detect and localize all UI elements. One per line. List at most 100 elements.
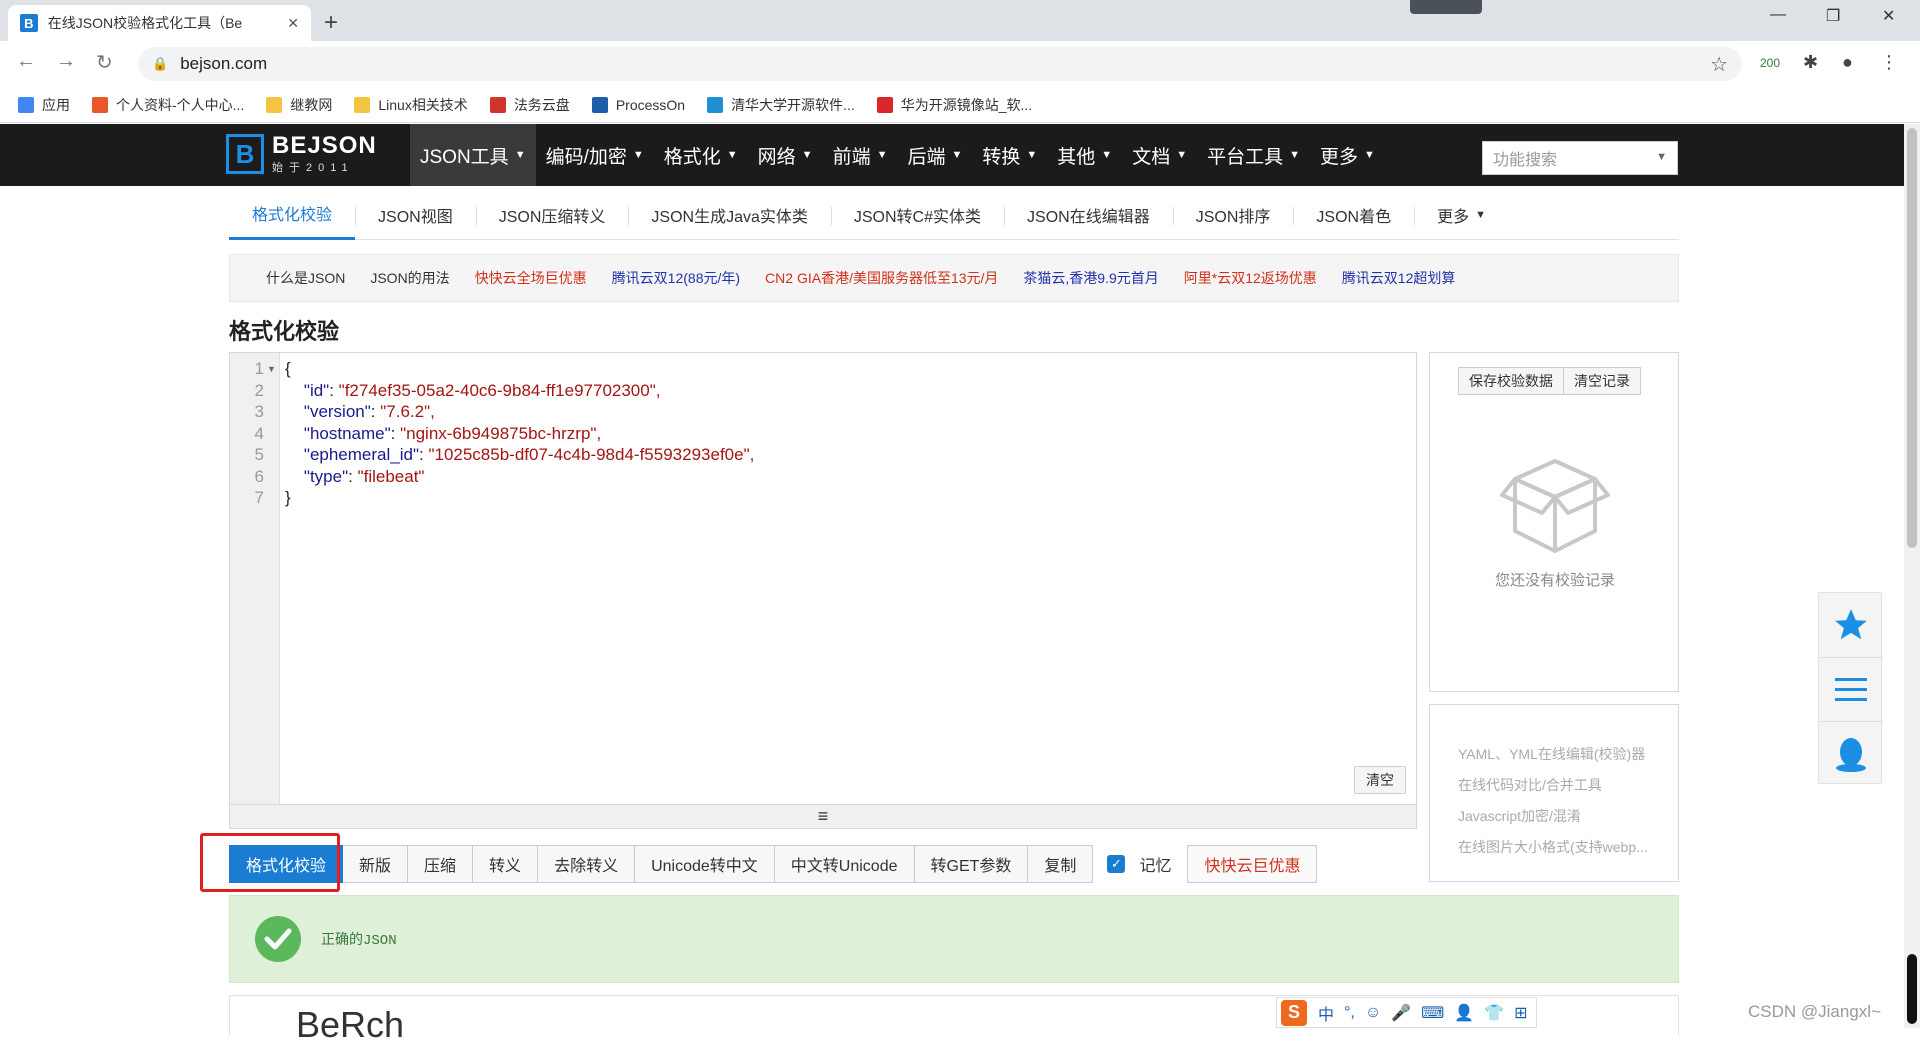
code-line[interactable]: "id": "f274ef35-05a2-40c6-9b84-ff1e97702…	[285, 381, 661, 401]
action-button[interactable]: 中文转Unicode	[774, 845, 915, 883]
qq-contact-button[interactable]	[1819, 721, 1883, 785]
subtab[interactable]: JSON着色	[1293, 190, 1414, 240]
promo-link[interactable]: 阿里*云双12返场优惠	[1184, 268, 1317, 288]
code-line[interactable]: {	[285, 359, 291, 379]
back-icon[interactable]: ←	[16, 50, 36, 73]
reload-icon[interactable]: ↻	[96, 50, 113, 75]
promo-link[interactable]: 茶猫云,香港9.9元首月	[1023, 268, 1158, 288]
promo-link[interactable]: 腾讯云双12超划算	[1342, 268, 1456, 288]
ime-tool-icon[interactable]: 中	[1318, 1001, 1334, 1025]
promo-link[interactable]: CN2 GIA香港/美国服务器低至13元/月	[765, 268, 998, 288]
bookmark-item[interactable]: 华为开源镜像站_软...	[876, 95, 1032, 115]
bejson-logo[interactable]: B BEJSON 始于2011	[226, 133, 377, 175]
extensions-icon[interactable]: ✱	[1803, 52, 1818, 73]
menu-list-button[interactable]	[1819, 657, 1883, 721]
action-button[interactable]: 新版	[343, 845, 409, 883]
lock-icon[interactable]: 🔒	[152, 56, 168, 72]
page-scrollbar[interactable]	[1904, 124, 1920, 1028]
code-line[interactable]: "type": "filebeat"	[285, 467, 425, 487]
menu-item[interactable]: 前端 ▼	[823, 124, 898, 186]
browser-menu-icon[interactable]: ⋮	[1880, 52, 1898, 73]
related-link[interactable]: 在线图片大小格式(支持webp...	[1458, 837, 1672, 857]
ime-tool-icon[interactable]: ⌨	[1421, 1003, 1444, 1023]
subtab[interactable]: JSON生成Java实体类	[628, 190, 830, 240]
bookmark-star-icon[interactable]: ☆	[1710, 52, 1728, 77]
promo-button[interactable]: 快快云巨优惠	[1187, 845, 1318, 883]
subtab[interactable]: 格式化校验	[229, 190, 356, 240]
bookmark-item[interactable]: ProcessOn	[591, 96, 685, 113]
promo-link[interactable]: 什么是JSON	[266, 268, 345, 288]
action-button[interactable]: 压缩	[408, 845, 474, 883]
action-button[interactable]: 转GET参数	[914, 845, 1029, 883]
subtab[interactable]: JSON视图	[355, 190, 476, 240]
promo-link[interactable]: 快快云全场巨优惠	[475, 268, 587, 288]
scrollbar-thumb[interactable]	[1907, 128, 1917, 548]
subtab[interactable]: JSON压缩转义	[475, 190, 629, 240]
subtab[interactable]: JSON转C#实体类	[830, 190, 1004, 240]
close-window-icon[interactable]: ✕	[1882, 6, 1895, 26]
editor-resize-handle[interactable]: ≡	[229, 805, 1417, 829]
ime-tool-icon[interactable]: 👕	[1484, 1003, 1504, 1023]
clear-history-button[interactable]: 清空记录	[1564, 367, 1641, 395]
bookmark-item[interactable]: 法务云盘	[489, 95, 570, 115]
new-tab-icon[interactable]: +	[324, 9, 338, 37]
ime-tool-icon[interactable]: 👤	[1454, 1003, 1474, 1023]
function-search-select[interactable]: 功能搜索 ▼	[1482, 141, 1678, 175]
promo-link[interactable]: JSON的用法	[370, 268, 449, 288]
memory-checkbox-group[interactable]: ✓ 记忆	[1107, 845, 1171, 883]
menu-item[interactable]: 文档 ▼	[1122, 124, 1197, 186]
tab-search-handle[interactable]	[1410, 0, 1482, 14]
tab-close-icon[interactable]: ✕	[287, 15, 299, 32]
json-editor[interactable]: 1 2 3 4 5 6 7 ▼ { "id": "f274ef35-05a2-40c6-9b8…	[229, 352, 1417, 805]
menu-item[interactable]: 格式化 ▼	[654, 124, 748, 186]
menu-item[interactable]: 转换 ▼	[972, 124, 1047, 186]
action-button[interactable]: 转义	[473, 845, 539, 883]
browser-tab[interactable]: B 在线JSON校验格式化工具（Be ✕	[8, 5, 311, 41]
restore-icon[interactable]: ❐	[1826, 6, 1840, 26]
subtab[interactable]: JSON排序	[1172, 190, 1294, 240]
related-link[interactable]: Javascript加密/混淆	[1458, 806, 1672, 826]
profile-avatar-icon[interactable]: ●	[1842, 52, 1853, 73]
menu-item[interactable]: 更多 ▼	[1310, 124, 1385, 186]
bookmark-item[interactable]: 个人资料-个人中心...	[92, 95, 244, 115]
code-line[interactable]: "version": "7.6.2",	[285, 402, 435, 422]
memory-checkbox[interactable]: ✓	[1107, 855, 1126, 873]
fold-arrow-icon[interactable]: ▼	[267, 364, 276, 374]
ime-toolbar[interactable]: S 中 °, ☺ 🎤 ⌨ 👤 👕 ⊞	[1276, 997, 1538, 1028]
save-history-button[interactable]: 保存校验数据	[1458, 367, 1564, 395]
action-button[interactable]: 复制	[1028, 845, 1094, 883]
favorite-star-button[interactable]	[1819, 593, 1883, 657]
code-line[interactable]: "hostname": "nginx-6b949875bc-hrzrp",	[285, 424, 601, 444]
ime-tool-icon[interactable]: 🎤	[1391, 1003, 1411, 1023]
ime-tool-icon[interactable]: °,	[1344, 1004, 1355, 1022]
related-link[interactable]: 在线代码对比/合并工具	[1458, 775, 1672, 795]
url-text[interactable]: bejson.com	[180, 54, 267, 74]
ime-tool-icon[interactable]: ☺	[1365, 1004, 1381, 1022]
menu-item[interactable]: JSON工具 ▼	[410, 124, 536, 186]
action-button[interactable]: 去除转义	[538, 845, 636, 883]
bookmark-item[interactable]: Linux相关技术	[354, 95, 468, 115]
menu-item[interactable]: 平台工具 ▼	[1197, 124, 1310, 186]
ime-tool-icon[interactable]: ⊞	[1514, 1003, 1527, 1023]
related-link[interactable]: YAML、YML在线编辑(校验)器	[1458, 744, 1672, 764]
clear-editor-button[interactable]: 清空	[1354, 766, 1406, 794]
promo-link[interactable]: 腾讯云双12(88元/年)	[612, 268, 740, 288]
sogou-ime-logo-icon[interactable]: S	[1281, 999, 1307, 1026]
subtab[interactable]: JSON在线编辑器	[1004, 190, 1173, 240]
extension-badge[interactable]: 200	[1760, 56, 1780, 70]
action-button[interactable]: Unicode转中文	[635, 845, 775, 883]
menu-item[interactable]: 编码/加密 ▼	[536, 124, 654, 186]
scrollbar-thumb-lower[interactable]	[1907, 954, 1917, 1024]
menu-item[interactable]: 后端 ▼	[897, 124, 972, 186]
subtab[interactable]: 更多 ▼	[1414, 190, 1509, 240]
bookmark-item[interactable]: 继教网	[266, 95, 332, 115]
address-bar[interactable]: 🔒 bejson.com ☆	[138, 47, 1742, 81]
forward-icon[interactable]: →	[56, 50, 76, 73]
bookmark-item[interactable]: 清华大学开源软件...	[707, 95, 855, 115]
code-line[interactable]: "ephemeral_id": "1025c85b-df07-4c4b-98d4…	[285, 445, 754, 465]
menu-item[interactable]: 其他 ▼	[1047, 124, 1122, 186]
bookmark-item[interactable]: 应用	[18, 95, 70, 115]
menu-item[interactable]: 网络 ▼	[748, 124, 823, 186]
minimize-icon[interactable]: —	[1770, 6, 1786, 24]
code-line[interactable]: }	[285, 488, 291, 508]
